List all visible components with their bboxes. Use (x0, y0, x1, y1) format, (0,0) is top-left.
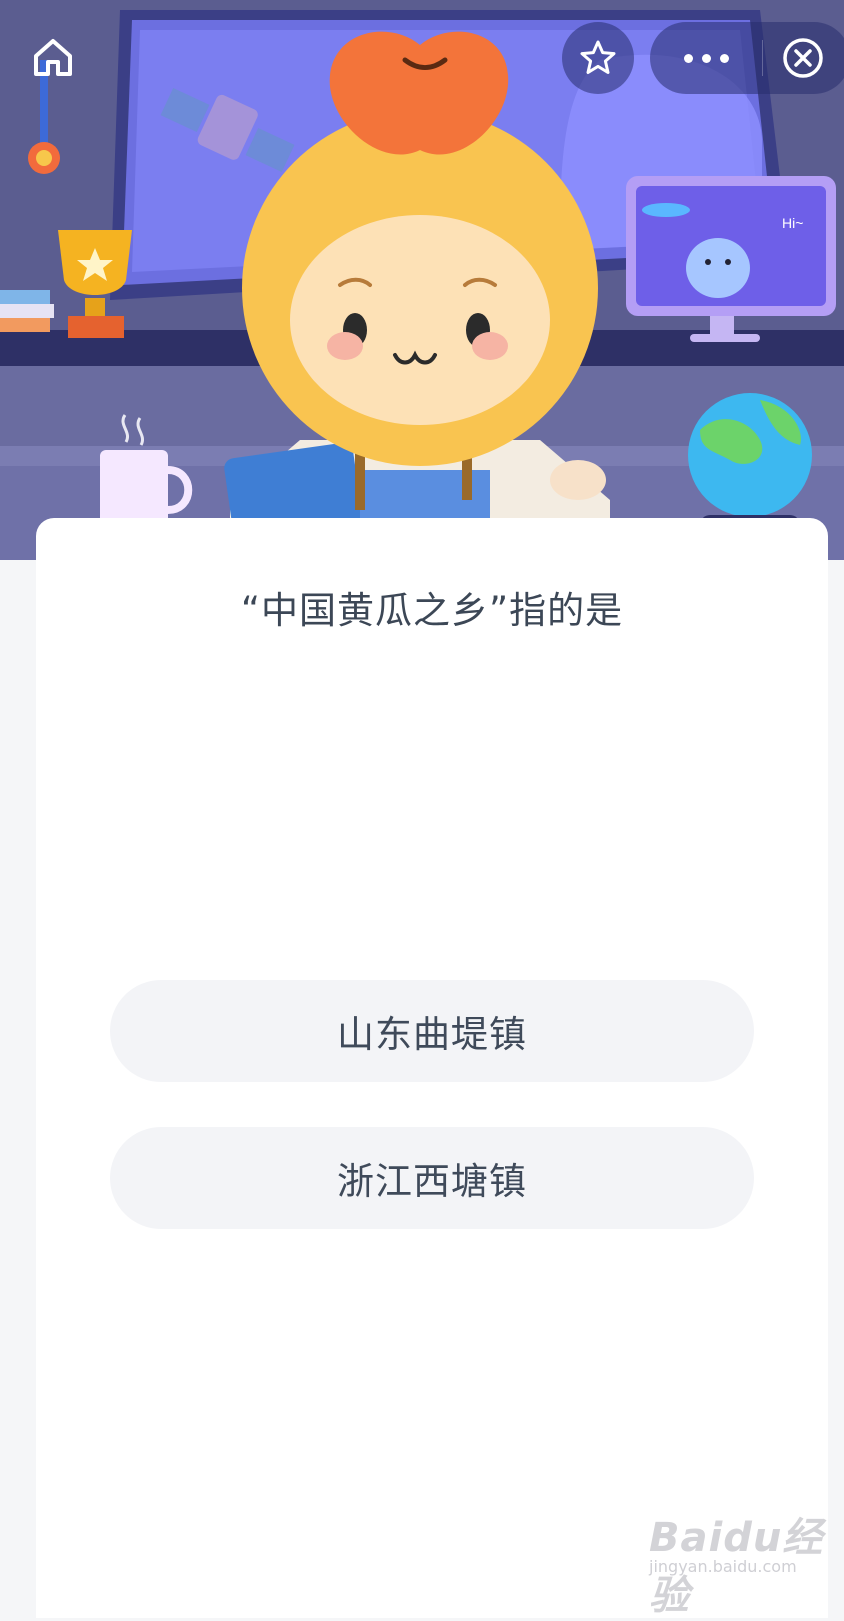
more-button[interactable] (650, 22, 762, 94)
star-icon (580, 40, 616, 74)
favorite-button[interactable] (562, 22, 634, 94)
question-text: “中国黄瓜之乡”指的是 (240, 589, 624, 632)
capsule-divider (762, 40, 763, 76)
more-icon (683, 53, 729, 63)
answer-option-a[interactable]: 山东曲堤镇 (110, 980, 754, 1082)
trophy-icon (58, 230, 132, 338)
close-icon (783, 38, 823, 78)
watermark-url: jingyan.baidu.com (649, 1557, 797, 1576)
baidu-jingyan-watermark: Baidu经验 jingyan.baidu.com (645, 1505, 825, 1619)
hi-bubble-text: Hi~ (782, 215, 803, 231)
question-card: “中国黄瓜之乡”指的是 山东曲堤镇 浙江西塘镇 (36, 518, 828, 1618)
answer-option-b[interactable]: 浙江西塘镇 (110, 1127, 754, 1229)
close-button[interactable] (768, 22, 838, 94)
mini-program-capsule (650, 22, 844, 94)
home-button[interactable] (28, 32, 78, 82)
home-icon (34, 39, 72, 76)
